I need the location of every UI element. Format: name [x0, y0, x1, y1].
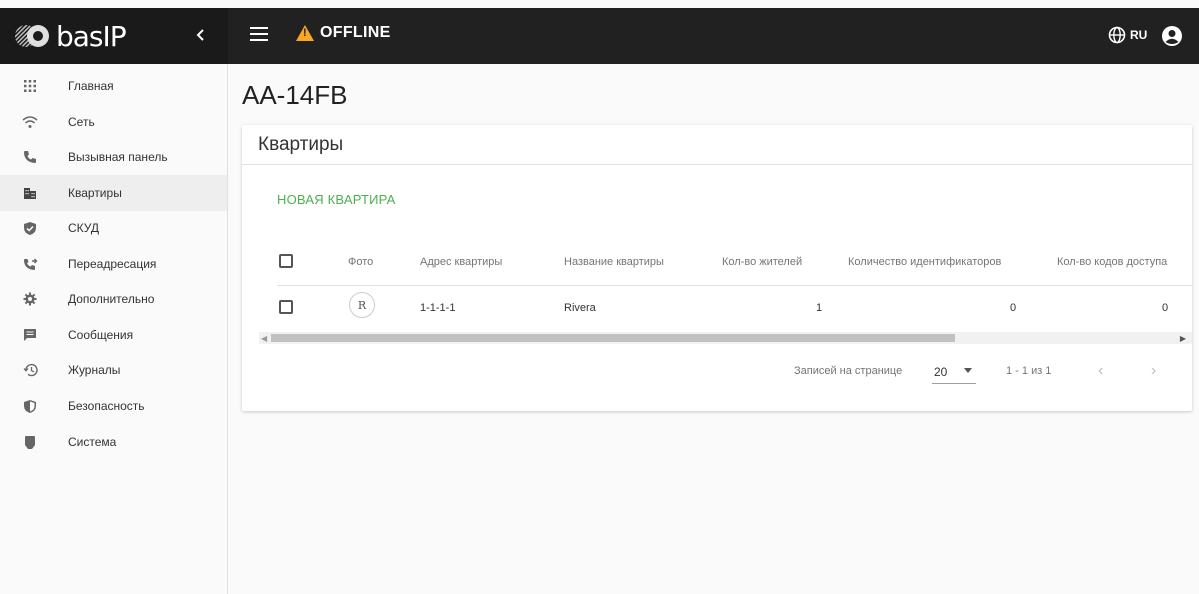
connection-status: OFFLINE — [296, 24, 391, 42]
sidebar-item-label: СКУД — [68, 221, 100, 235]
new-apartment-button[interactable]: НОВАЯ КВАРТИРА — [277, 192, 396, 207]
scrollbar-thumb[interactable] — [271, 334, 955, 342]
status-text: OFFLINE — [320, 24, 391, 41]
sidebar-item-label: Система — [68, 435, 117, 449]
language-code: RU — [1130, 28, 1148, 42]
sidebar-item-label: Сообщения — [68, 328, 134, 342]
table-header-divider — [277, 285, 1192, 286]
message-icon — [22, 327, 38, 343]
logo-area: basIP — [0, 8, 228, 64]
rows-per-page-value: 20 — [934, 365, 948, 379]
brand-name: basIP — [56, 19, 127, 53]
column-header-identifiers[interactable]: Количество идентификаторов — [848, 256, 1001, 268]
sidebar-item-security[interactable]: Безопасность — [0, 388, 227, 424]
column-header-address[interactable]: Адрес квартиры — [420, 256, 502, 268]
wifi-icon — [22, 114, 38, 130]
sidebar-item-label: Главная — [68, 79, 114, 93]
sidebar-item-network[interactable]: Сеть — [0, 104, 227, 140]
row-checkbox[interactable] — [279, 300, 293, 314]
sidebar-item-label: Вызывная панель — [68, 150, 168, 164]
column-header-photo[interactable]: Фото — [348, 256, 373, 268]
sidebar: Главная Сеть Вызывная панель Квартиры СК… — [0, 64, 228, 594]
page-range: 1 - 1 из 1 — [1006, 365, 1052, 377]
sidebar-item-label: Переадресация — [68, 257, 157, 271]
security-shield-icon — [22, 398, 38, 414]
hamburger-line — [250, 27, 268, 29]
sidebar-item-messages[interactable]: Сообщения — [0, 317, 227, 353]
scroll-right-icon[interactable]: ▶ — [1180, 334, 1186, 343]
column-header-access-codes[interactable]: Кол-во кодов доступа — [1057, 256, 1167, 268]
chevron-left-icon — [196, 29, 204, 41]
building-icon — [22, 185, 38, 201]
scroll-left-icon[interactable]: ◀ — [261, 334, 267, 343]
history-icon — [22, 362, 38, 378]
sidebar-item-logs[interactable]: Журналы — [0, 352, 227, 388]
select-all-checkbox[interactable] — [279, 254, 293, 268]
page-title: AA-14FB — [242, 80, 348, 110]
cell-identifiers: 0 — [1010, 302, 1017, 314]
caret-down-icon — [964, 368, 972, 373]
next-page-button[interactable]: › — [1151, 362, 1156, 380]
card-title: Квартиры — [258, 134, 344, 155]
sidebar-item-label: Квартиры — [68, 186, 122, 200]
rows-per-page-select[interactable]: 20 — [932, 362, 976, 384]
cell-address: 1-1-1-1 — [420, 302, 456, 314]
account-icon[interactable] — [1161, 25, 1183, 47]
collapse-sidebar-button[interactable] — [190, 25, 212, 47]
sidebar-item-label: Сеть — [68, 115, 95, 129]
brand-logo[interactable]: basIP — [14, 19, 127, 53]
column-header-residents[interactable]: Кол-во жителей — [722, 256, 802, 268]
rows-per-page-label: Записей на странице — [794, 365, 903, 377]
top-app-bar: basIP OFFLINE RU — [0, 8, 1199, 64]
menu-toggle-button[interactable] — [250, 27, 268, 45]
sidebar-item-call-panel[interactable]: Вызывная панель — [0, 139, 227, 175]
grid-icon — [22, 78, 38, 94]
brand-logo-icon — [15, 25, 49, 47]
phone-icon — [22, 149, 38, 165]
avatar-initial: R — [357, 298, 367, 312]
sidebar-item-label: Безопасность — [68, 399, 145, 413]
column-header-name[interactable]: Название квартиры — [564, 256, 664, 268]
sidebar-item-system[interactable]: Система — [0, 424, 227, 460]
apartments-card: Квартиры НОВАЯ КВАРТИРА Фото Адрес кварт… — [242, 125, 1192, 411]
cell-name: Rivera — [564, 302, 596, 314]
language-selector[interactable]: RU — [1108, 26, 1147, 44]
sidebar-item-apartments[interactable]: Квартиры — [0, 175, 227, 211]
sidebar-item-home[interactable]: Главная — [0, 68, 227, 104]
shield-check-icon — [22, 220, 38, 236]
sidebar-item-label: Дополнительно — [68, 292, 155, 306]
apartment-photo: R — [349, 292, 375, 318]
sidebar-item-label: Журналы — [68, 363, 121, 377]
hamburger-line — [250, 33, 268, 35]
globe-icon — [1108, 26, 1126, 44]
warning-icon — [296, 25, 314, 41]
prev-page-button[interactable]: ‹ — [1098, 362, 1103, 380]
hamburger-line — [250, 39, 268, 41]
cell-residents: 1 — [816, 302, 823, 314]
sidebar-item-forwarding[interactable]: Переадресация — [0, 246, 227, 282]
cell-access-codes: 0 — [1162, 302, 1169, 314]
sidebar-item-additional[interactable]: Дополнительно — [0, 281, 227, 317]
sidebar-item-access-control[interactable]: СКУД — [0, 210, 227, 246]
phone-forward-icon — [22, 256, 38, 272]
horizontal-scrollbar[interactable]: ◀ ▶ — [259, 332, 1192, 344]
divider — [242, 164, 1192, 165]
gear-icon — [22, 291, 38, 307]
device-icon — [22, 434, 38, 450]
